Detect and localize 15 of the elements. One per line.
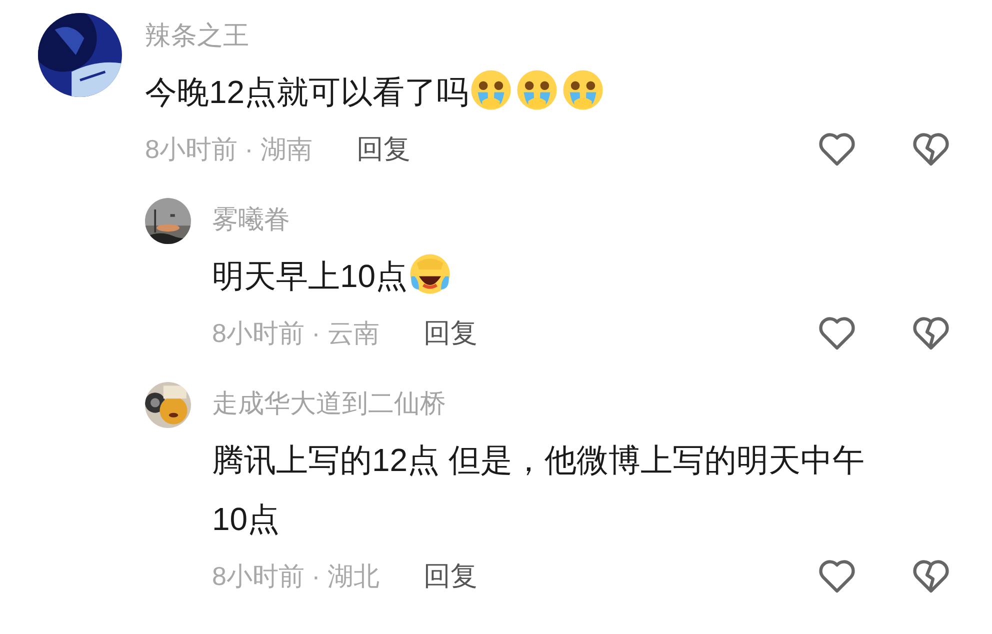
broken-heart-icon[interactable] — [912, 558, 950, 594]
comment-text: 腾讯上写的12点 但是，他微博上写的明天中午10点 — [212, 441, 866, 539]
broken-heart-icon[interactable] — [912, 131, 950, 167]
timestamp-location: 8小时前 · 云南 — [212, 316, 380, 350]
timestamp-location: 8小时前 · 湖南 — [145, 132, 313, 166]
comment-text: 明天早上10点 — [212, 257, 408, 296]
comment-text: 今晚12点就可以看了吗 — [145, 73, 469, 112]
reply-link[interactable]: 回复 — [424, 558, 478, 594]
heart-icon[interactable] — [818, 558, 856, 594]
reply-link[interactable]: 回复 — [356, 131, 411, 167]
heart-icon[interactable] — [818, 315, 856, 351]
reply-link[interactable]: 回复 — [424, 315, 478, 351]
heart-icon[interactable] — [818, 131, 856, 167]
timestamp-location: 8小时前 · 湖北 — [212, 560, 380, 592]
broken-heart-icon[interactable] — [912, 315, 950, 351]
